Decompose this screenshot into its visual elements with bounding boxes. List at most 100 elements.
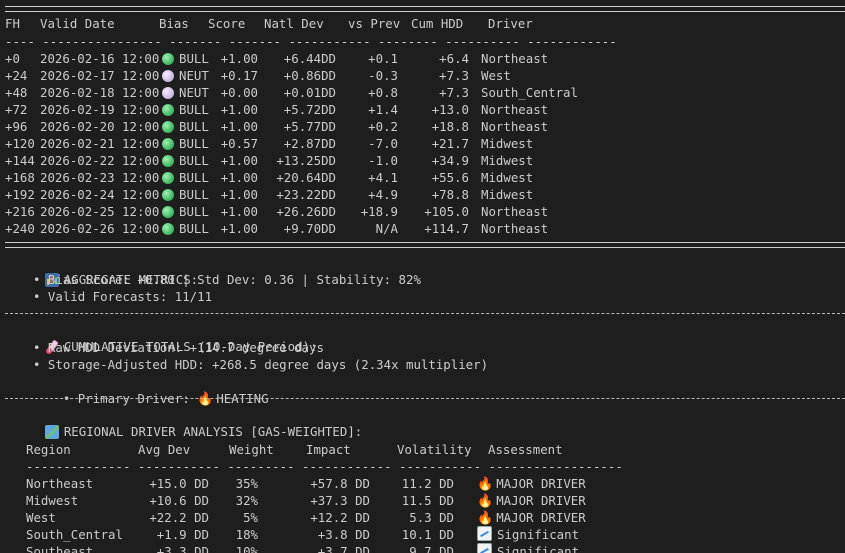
valid-date-cell: 2026-02-22 12:00	[40, 153, 160, 168]
green-circle-icon	[162, 121, 174, 133]
impact-cell: +37.3 DD	[310, 493, 370, 508]
table-row: Southeast +3.3 DD 10% +3.7 DD 9.7 DD Signific…	[0, 543, 845, 553]
col-header-impact: Impact	[306, 442, 351, 457]
valid-date-cell: 2026-02-16 12:00	[40, 51, 160, 66]
natl-dev-cell: +23.22DD	[276, 187, 336, 202]
score-cell: +1.00	[220, 204, 258, 219]
raw-hdd-line: • Raw HDD Deviation: +114.7 degree days	[33, 340, 324, 355]
primary-driver-line: • Primary Driver: 🔥 HEATING	[33, 373, 269, 407]
vs-prev-cell: -1.0	[368, 153, 398, 168]
table-row: West +22.2 DD 5% +12.2 DD 5.3 DD 🔥 MAJOR DRIVE…	[0, 509, 845, 526]
cum-hdd-cell: +114.7	[424, 221, 469, 236]
assessment-cell: 🔥 MAJOR DRIVER	[477, 509, 586, 526]
col-header-volatility: Volatility	[397, 442, 472, 457]
region-cell: Northeast	[26, 476, 94, 491]
fh-cell: +216	[5, 204, 35, 219]
assessment-label: MAJOR DRIVER	[496, 510, 586, 525]
driver-cell: Northeast	[481, 204, 549, 219]
table-row: +216 2026-02-25 12:00 BULL +1.00 +26.26DD +18…	[0, 203, 845, 220]
driver-cell: Midwest	[481, 153, 534, 168]
fh-cell: +240	[5, 221, 35, 236]
impact-cell: +3.8 DD	[317, 527, 370, 542]
fh-cell: +120	[5, 136, 35, 151]
regional-title: REGIONAL DRIVER ANALYSIS [GAS-WEIGHTED]:	[63, 424, 363, 439]
green-circle-icon	[162, 223, 174, 235]
bias-cell: BULL	[162, 220, 212, 237]
weight-cell: 5%	[243, 510, 258, 525]
avg-dev-cell: +1.9 DD	[156, 527, 209, 542]
col-header-score: Score	[208, 16, 246, 31]
fh-cell: +0	[5, 51, 20, 66]
fire-icon: 🔥	[477, 494, 494, 509]
fh-cell: +72	[5, 102, 28, 117]
fh-cell: +48	[5, 85, 28, 100]
green-circle-icon	[162, 206, 174, 218]
driver-cell: Northeast	[481, 119, 549, 134]
col-header-avg-dev: Avg Dev	[138, 442, 191, 457]
green-circle-icon	[162, 104, 174, 116]
assessment-cell: Significant	[477, 543, 579, 553]
driver-cell: Midwest	[481, 136, 534, 151]
bias-label: BULL	[179, 102, 209, 117]
natl-dev-cell: +26.26DD	[276, 204, 336, 219]
natl-dev-cell: +6.44DD	[283, 51, 336, 66]
vs-prev-cell: +0.2	[368, 119, 398, 134]
impact-cell: +12.2 DD	[310, 510, 370, 525]
bias-cell: NEUT	[162, 84, 212, 101]
weight-cell: 32%	[235, 493, 258, 508]
bias-cell: BULL	[162, 50, 212, 67]
assessment-label: MAJOR DRIVER	[496, 493, 586, 508]
cum-hdd-cell: +34.9	[431, 153, 469, 168]
vs-prev-cell: -7.0	[368, 136, 398, 151]
vs-prev-cell: +18.9	[360, 204, 398, 219]
bias-label: NEUT	[179, 68, 209, 83]
bias-label: BULL	[179, 221, 209, 236]
fh-cell: +168	[5, 170, 35, 185]
regional-separator: -------------- ----------- --------- ---…	[26, 459, 623, 474]
bias-cell: BULL	[162, 101, 212, 118]
driver-cell: Northeast	[481, 51, 549, 66]
natl-dev-cell: +0.01DD	[283, 85, 336, 100]
green-circle-icon	[162, 138, 174, 150]
table-row: +144 2026-02-22 12:00 BULL +1.00 +13.25DD -1.…	[0, 152, 845, 169]
driver-cell: Northeast	[481, 221, 549, 236]
vs-prev-cell: +4.1	[368, 170, 398, 185]
driver-cell: South_Central	[481, 85, 578, 100]
volatility-cell: 11.2 DD	[401, 476, 454, 491]
weight-cell: 35%	[235, 476, 258, 491]
valid-date-cell: 2026-02-20 12:00	[40, 119, 160, 134]
bias-label: BULL	[179, 153, 209, 168]
green-circle-icon	[162, 53, 174, 65]
region-cell: South_Central	[26, 527, 123, 542]
volatility-cell: 5.3 DD	[409, 510, 454, 525]
col-header-fh: FH	[5, 16, 20, 31]
valid-date-cell: 2026-02-26 12:00	[40, 221, 160, 236]
vs-prev-cell: +1.4	[368, 102, 398, 117]
vs-prev-cell: N/A	[375, 221, 398, 236]
avg-dev-cell: +22.2 DD	[149, 510, 209, 525]
col-header-assessment: Assessment	[488, 442, 563, 457]
storage-hdd-line: • Storage-Adjusted HDD: +268.5 degree da…	[33, 357, 489, 372]
bias-cell: BULL	[162, 118, 212, 135]
score-cell: +1.00	[220, 119, 258, 134]
natl-dev-cell: +5.72DD	[283, 102, 336, 117]
vs-prev-cell: -0.3	[368, 68, 398, 83]
bias-cell: BULL	[162, 203, 212, 220]
driver-cell: West	[481, 68, 511, 83]
table-row: +48 2026-02-18 12:00 NEUT +0.00 +0.01DD +0.8 +…	[0, 84, 845, 101]
score-cell: +1.00	[220, 102, 258, 117]
green-circle-icon	[162, 189, 174, 201]
score-cell: +0.57	[220, 136, 258, 151]
driver-cell: Northeast	[481, 102, 549, 117]
vs-prev-cell: +4.9	[368, 187, 398, 202]
table-row: +120 2026-02-21 12:00 BULL +0.57 +2.87DD -7.0…	[0, 135, 845, 152]
fh-cell: +96	[5, 119, 28, 134]
avg-dev-cell: +3.3 DD	[156, 544, 209, 553]
region-cell: Southeast	[26, 544, 94, 553]
natl-dev-cell: +13.25DD	[276, 153, 336, 168]
cumulative-heading: CUMULATIVE TOTALS (10-Day Period):	[15, 321, 317, 354]
terminal-output: FH Valid Date Bias Score Natl Dev vs Pre…	[0, 0, 845, 553]
double-rule	[5, 6, 845, 12]
bias-cell: NEUT	[162, 67, 212, 84]
cum-hdd-cell: +55.6	[431, 170, 469, 185]
